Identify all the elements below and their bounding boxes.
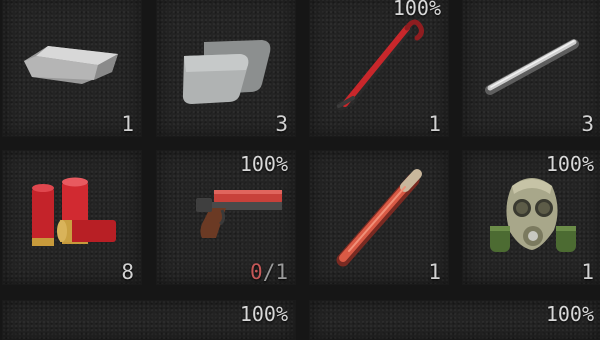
- item-quantity: 1: [121, 112, 134, 136]
- ammo-loaded: 0: [250, 260, 263, 284]
- item-quantity: 3: [581, 112, 594, 136]
- inventory-slot-metal-bar[interactable]: 1: [2, 0, 142, 137]
- item-condition: 100%: [239, 302, 288, 326]
- item-quantity: 1: [428, 260, 441, 284]
- inventory-slot-partial[interactable]: 100%: [2, 300, 296, 340]
- item-condition: 100%: [392, 0, 441, 20]
- item-quantity: 1: [581, 260, 594, 284]
- inventory-slot-shotgun-shells[interactable]: 8: [2, 150, 142, 285]
- inventory-slot-crowbar[interactable]: 100% 1: [309, 0, 449, 137]
- item-quantity: 1: [428, 112, 441, 136]
- inventory-slot-gas-mask[interactable]: 100% 1: [462, 150, 600, 285]
- item-condition: 100%: [239, 152, 288, 176]
- inventory-slot-metal-pipe[interactable]: 3: [462, 0, 600, 137]
- ammo-separator: /: [262, 260, 276, 284]
- inventory-slot-partial[interactable]: 100%: [309, 300, 600, 340]
- inventory-slot-flare-gun[interactable]: 100% 0/1: [156, 150, 296, 285]
- item-condition: 100%: [545, 302, 594, 326]
- item-condition: 100%: [545, 152, 594, 176]
- inventory-slot-flare-stick[interactable]: 1: [309, 150, 449, 285]
- inventory-grid: 1 3 100% 1 3 8 100% 0/1 1 100% 1 100% 10…: [0, 0, 600, 340]
- ammo-counter: 0/1: [250, 262, 288, 283]
- item-quantity: 8: [121, 260, 134, 284]
- ammo-capacity: 1: [275, 260, 288, 284]
- inventory-slot-armor-plates[interactable]: 3: [156, 0, 296, 137]
- item-quantity: 3: [275, 112, 288, 136]
- metal-pipe-icon: [485, 39, 579, 95]
